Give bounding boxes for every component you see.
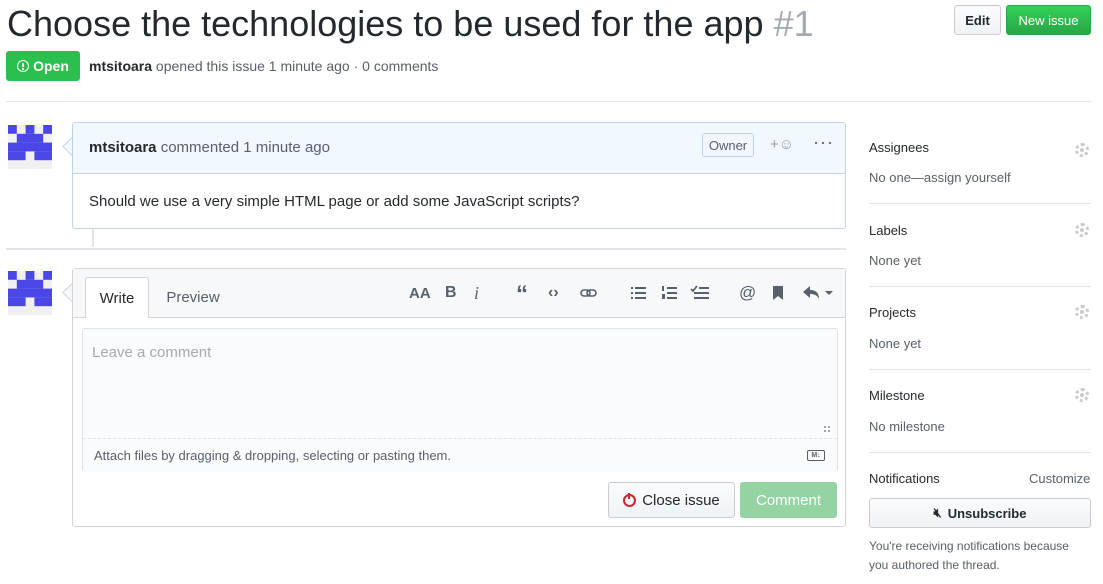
editor-header: Write Preview AA B i “ ‹› @	[73, 269, 845, 318]
issue-closed-icon	[623, 492, 637, 507]
more-options-icon[interactable]: ···	[813, 132, 834, 153]
projects-value: None yet	[869, 336, 922, 351]
sidebar-heading-notifications: Notifications	[869, 471, 940, 486]
assignees-value[interactable]: No one—assign yourself	[869, 170, 1011, 185]
comment-button[interactable]: Comment	[740, 482, 837, 518]
mute-icon: 🔇︎	[933, 505, 942, 520]
sidebar-divider	[869, 452, 1091, 453]
comment-author-link[interactable]: mtsitoara	[89, 139, 157, 156]
new-comment-form: Write Preview AA B i “ ‹› @ Leave a comm…	[72, 268, 846, 527]
italic-icon[interactable]: i	[474, 283, 479, 303]
code-icon[interactable]: ‹›	[548, 283, 559, 303]
numbered-list-icon[interactable]	[661, 283, 679, 303]
sidebar-heading-labels[interactable]: Labels	[869, 223, 907, 238]
sidebar-divider	[869, 286, 1091, 287]
comment-placeholder: Leave a comment	[92, 344, 212, 361]
tab-write[interactable]: Write	[85, 277, 149, 318]
sidebar: Assignees No one—assign yourself Labels …	[869, 0, 1091, 584]
issue-title: Choose the technologies to be used for t…	[7, 2, 814, 46]
attach-files-text[interactable]: Attach files by dragging & dropping, sel…	[94, 448, 451, 463]
bold-icon[interactable]: B	[445, 283, 457, 303]
quote-icon[interactable]: “	[516, 281, 528, 308]
issue-number: #1	[773, 3, 814, 44]
markdown-icon[interactable]: M↓	[807, 450, 825, 461]
status-badge: Open	[6, 51, 80, 81]
customize-link[interactable]: Customize	[1029, 471, 1090, 486]
sidebar-heading-assignees[interactable]: Assignees	[869, 140, 929, 155]
comment-body: Should we use a very simple HTML page or…	[89, 193, 580, 210]
unsubscribe-button[interactable]: 🔇︎ Unsubscribe	[869, 498, 1091, 528]
link-icon[interactable]	[580, 283, 598, 303]
comment-textarea[interactable]: Leave a comment Attach files by dragging…	[82, 328, 838, 472]
labels-gear-icon[interactable]	[1075, 223, 1089, 237]
bookmark-icon[interactable]	[771, 283, 785, 303]
milestone-value: No milestone	[869, 419, 945, 434]
unsubscribe-label: Unsubscribe	[947, 505, 1027, 521]
comment-header-text: mtsitoara commented 1 minute ago	[89, 139, 330, 156]
close-issue-label: Close issue	[642, 491, 720, 509]
comment-header: mtsitoara commented 1 minute ago Owner +…	[73, 123, 845, 174]
projects-gear-icon[interactable]	[1075, 305, 1089, 319]
timeline-line	[92, 229, 94, 247]
comment-time[interactable]: commented 1 minute ago	[161, 139, 330, 156]
sidebar-divider	[869, 369, 1091, 370]
mention-icon[interactable]: @	[739, 283, 756, 303]
issue-title-text: Choose the technologies to be used for t…	[7, 3, 764, 44]
owner-badge: Owner	[702, 133, 754, 157]
bulleted-list-icon[interactable]	[630, 283, 648, 303]
status-label: Open	[33, 58, 69, 74]
reply-icon[interactable]	[801, 283, 833, 303]
timeline-divider	[6, 248, 846, 250]
notification-reason: You're receiving notifications because y…	[869, 539, 1069, 572]
milestone-gear-icon[interactable]	[1075, 388, 1089, 402]
current-user-avatar[interactable]	[8, 271, 52, 315]
task-list-icon[interactable]	[690, 283, 710, 303]
add-reaction-icon[interactable]: +☺	[770, 136, 794, 153]
issue-author-link[interactable]: mtsitoara	[89, 58, 152, 74]
sidebar-heading-projects[interactable]: Projects	[869, 305, 916, 320]
tab-preview[interactable]: Preview	[157, 277, 229, 317]
issue-opened-icon	[17, 60, 30, 72]
issue-meta-text: opened this issue 1 minute ago · 0 comme…	[155, 58, 439, 74]
sidebar-divider	[869, 203, 1091, 204]
comment-author-avatar[interactable]	[8, 125, 52, 169]
close-issue-button[interactable]: Close issue	[608, 482, 735, 518]
heading-icon[interactable]: AA	[409, 283, 431, 303]
labels-value: None yet	[869, 253, 922, 268]
resize-grip-icon[interactable]	[823, 425, 831, 433]
assignees-gear-icon[interactable]	[1075, 143, 1089, 157]
issue-meta: mtsitoara opened this issue 1 minute ago…	[89, 58, 438, 74]
sidebar-heading-milestone[interactable]: Milestone	[869, 388, 925, 403]
comment-box: mtsitoara commented 1 minute ago Owner +…	[72, 122, 846, 229]
file-dropzone[interactable]: Attach files by dragging & dropping, sel…	[83, 438, 837, 472]
